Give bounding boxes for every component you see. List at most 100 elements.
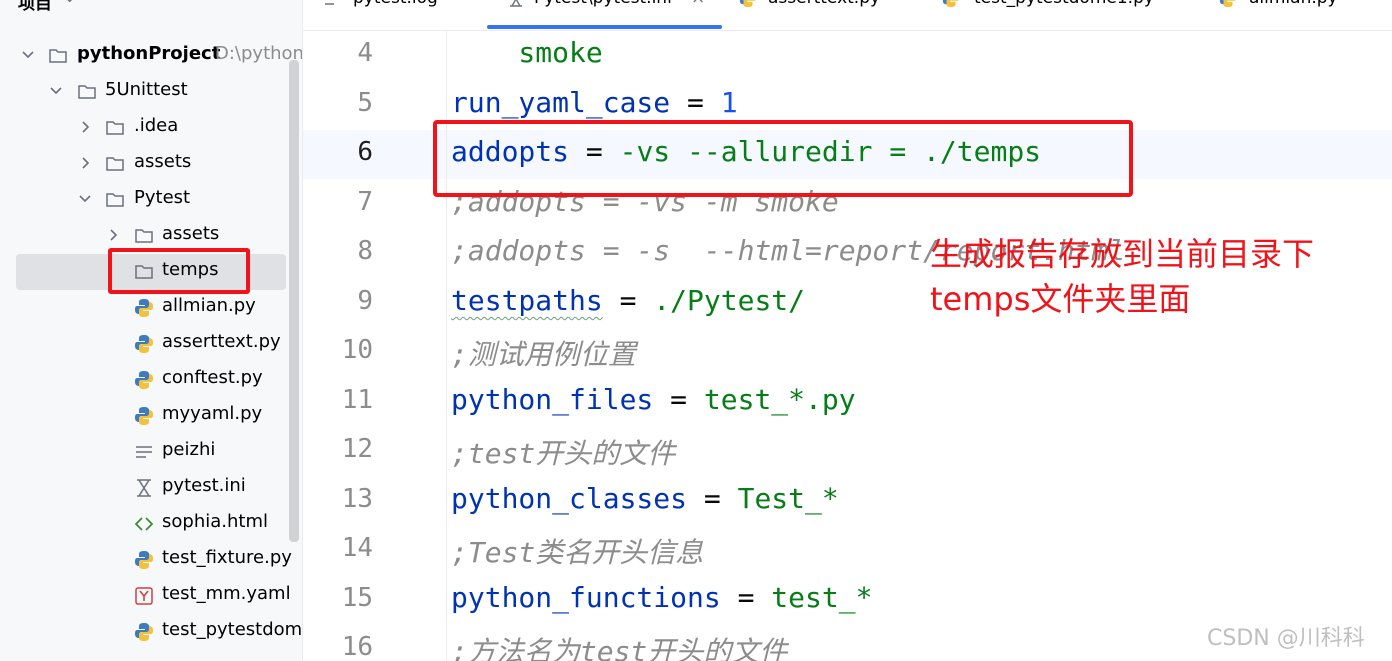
tree-item-conftest-py[interactable]: conftest.py [0,362,290,398]
ini-equals: = [670,86,721,119]
text-file-icon [136,446,152,458]
project-panel: 项目 ⌄ pythonProject D:\python 5Unittest .… [0,0,303,661]
tree-item-label: peizhi [162,439,216,460]
annotation-line: 生成报告存放到当前目录下 [930,235,1315,273]
code-line: testpaths = ./Pytest/ [451,284,805,317]
active-tab-indicator [487,25,722,29]
tree-item-pythonproject[interactable]: pythonProject D:\python [0,38,302,74]
tree-item-label: 5Unittest [105,79,188,100]
tree-item-label: asserttext.py [162,331,281,352]
folder-icon [49,49,67,63]
line-number: 8 [357,236,373,266]
tree-item-test-mm-yaml[interactable]: test_mm.yaml [0,578,291,614]
tree-item-idea[interactable]: .idea [0,110,290,146]
tree-item-test-fixture-py[interactable]: test_fixture.py [0,542,292,578]
tree-item-label: pythonProject [77,43,221,64]
tree-item-myyaml-py[interactable]: myyaml.py [0,398,290,434]
tree-item-pytest[interactable]: Pytest [0,182,290,218]
code-line: python_functions = test_* [451,581,872,614]
line-number: 16 [341,632,373,661]
tab-allmian-py[interactable]: allmian.py [1213,0,1392,30]
python-file-icon [1219,0,1236,8]
tree-item-label: allmian.py [162,295,256,316]
ini-value: test_* [771,581,873,614]
line-number: 12 [341,434,373,464]
watermark: CSDN @川科科 [1207,626,1365,651]
ini-file-icon [137,479,151,497]
tree-item-peizhi[interactable]: peizhi [0,434,290,470]
folder-icon [106,193,124,207]
line-number: 11 [341,385,373,415]
python-file-icon [135,407,153,425]
chevron-right-icon[interactable] [77,117,93,137]
tab-label: pytest.log [353,0,438,8]
ini-file-icon [510,0,522,7]
tree-item-label: test_mm.yaml [162,583,291,604]
tab-test-pytestdome1-py[interactable]: test_pytestdome1.py [936,0,1196,30]
annotation-box-addopts [433,120,1133,197]
tree-item-asserttext-py[interactable]: asserttext.py [0,326,290,362]
panel-header: 项目 ⌄ [0,0,302,14]
tree-item-pytest-ini[interactable]: pytest.ini [0,470,290,506]
tree-item-label: myyaml.py [162,403,263,424]
ini-value: Test_* [737,482,839,515]
ini-equals: = [720,581,772,614]
tree-item-test-pytestdome[interactable]: test_pytestdome [0,614,302,650]
tree-item-label: conftest.py [162,367,263,388]
tree-item-label: pytest.ini [162,475,246,496]
chevron-down-icon[interactable] [48,81,64,101]
tree-item-label: assets [134,151,192,172]
tab-label: asserttext.py [768,0,880,8]
text-file-icon [325,3,334,5]
chevron-down-icon[interactable]: ⌄ [63,0,76,6]
tree-item-assets[interactable]: assets [0,146,290,182]
line-number: 9 [357,286,373,316]
ini-key: python_classes [451,482,688,515]
folder-icon [106,157,124,171]
line-number: 15 [341,583,373,613]
annotation-line: temps文件夹里面 [930,280,1191,318]
line-number: 5 [357,88,373,118]
line-number: 13 [341,484,373,514]
ini-equals: = [653,383,704,416]
tree-item-label: assets [162,223,220,244]
scrollbar-thumb[interactable] [289,60,299,542]
annotation-box-temps [108,248,250,294]
code-comment: ;测试用例位置 [451,338,636,371]
tree-item-label: Pytest [134,187,191,208]
tree-item-5unittest[interactable]: 5Unittest [0,74,290,110]
code-line: python_classes = Test_* [451,482,839,515]
python-file-icon [739,0,756,8]
tab-label: allmian.py [1249,0,1338,8]
ini-value: 1 [720,86,738,119]
chevron-right-icon[interactable] [77,153,93,173]
ini-value: test_*.py [703,383,856,416]
chevron-down-icon[interactable] [20,45,36,65]
close-icon[interactable]: × [691,0,705,8]
python-file-icon [135,335,153,353]
line-number: 7 [357,187,373,217]
tab-asserttext-py[interactable]: asserttext.py [733,0,923,30]
chevron-right-icon[interactable] [105,225,121,245]
editor-tabs: pytest.log Pytest\pytest.ini × asserttex… [303,0,1392,31]
tree-item-label: test_fixture.py [162,547,292,568]
tree-item-allmian-py[interactable]: allmian.py [0,290,290,326]
ini-equals: = [687,482,738,515]
python-file-icon [135,371,153,389]
python-file-icon [135,299,153,317]
tree-item-sophia-html[interactable]: sophia.html [0,506,290,542]
line-number: 10 [341,335,373,365]
ini-key: run_yaml_case [451,86,671,119]
python-file-icon [135,551,153,569]
ini-key: testpaths [451,284,603,317]
panel-title: 项目 [18,0,52,14]
tab-pytest-log[interactable]: pytest.log [303,0,473,30]
code-comment: ;方法名为test开头的文件 [451,635,788,661]
ini-equals: = [602,284,654,317]
chevron-down-icon[interactable] [77,189,93,209]
folder-icon [106,121,124,135]
tab-label: test_pytestdome1.py [974,0,1154,8]
line-number: 4 [357,38,373,68]
annotation-text: 生成报告存放到当前目录下 temps文件夹里面 [930,232,1314,322]
code-line: smoke [451,36,603,69]
